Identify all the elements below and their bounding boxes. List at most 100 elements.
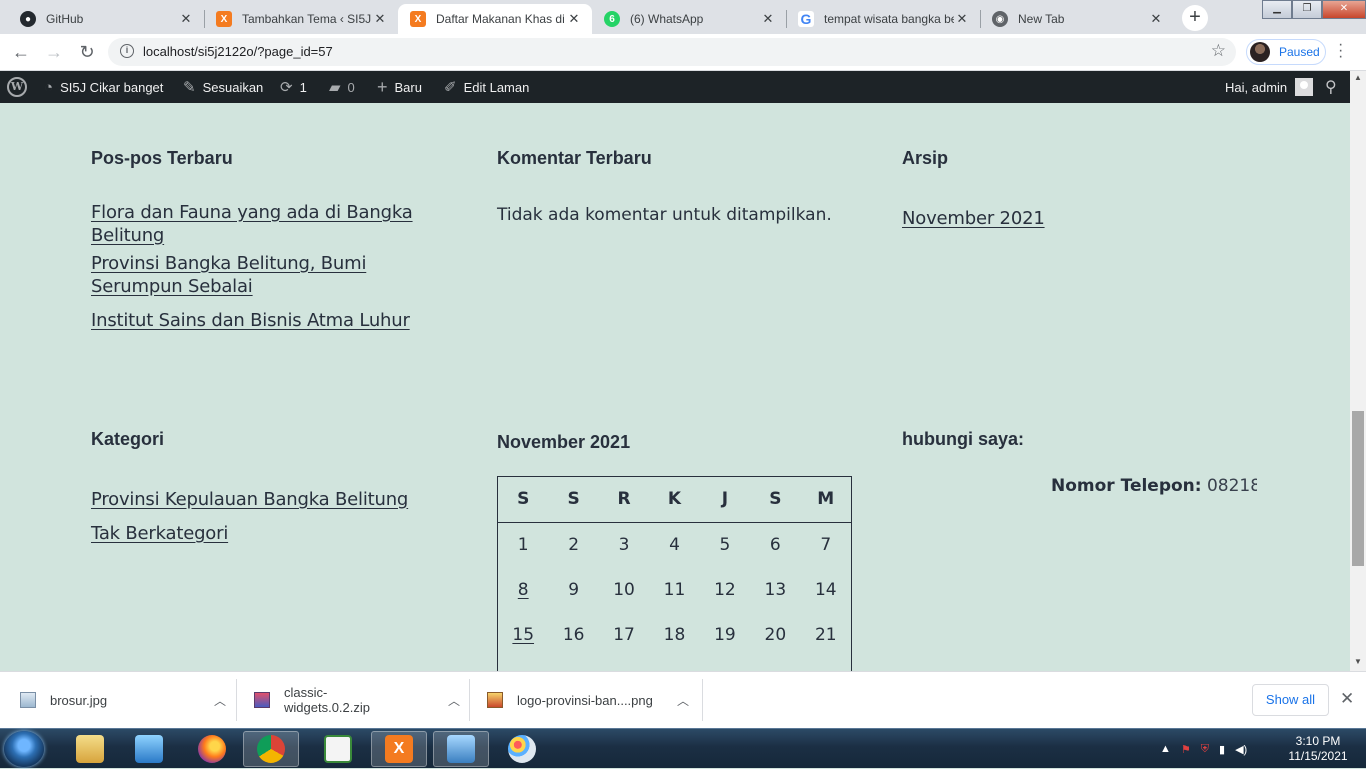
volume-icon[interactable]: ◀) [1235,743,1247,756]
show-all-downloads-button[interactable]: Show all [1252,684,1329,716]
menu-icon[interactable]: · · · [1338,37,1343,65]
reload-icon[interactable]: ↻ [75,40,99,64]
weekday-header: M [800,477,851,523]
chevron-up-icon[interactable]: ︿ [677,692,689,709]
weekday-header: S [750,477,801,523]
media-player-icon [135,735,163,763]
search-icon: ⚲ [1325,79,1337,96]
category-link[interactable]: Tak Berkategori [91,522,228,545]
recent-post-link[interactable]: Provinsi Bangka Belitung, Bumi Serumpun … [91,252,441,298]
updates-icon: ⟳ [280,79,293,96]
close-icon[interactable]: ✕ [1340,689,1354,709]
wordpress-logo-button[interactable]: W [7,71,27,103]
recent-post-link[interactable]: Institut Sains dan Bisnis Atma Luhur [91,309,441,332]
info-icon[interactable]: i [120,44,134,58]
clock[interactable]: 3:10 PM 11/15/2021 [1283,734,1353,764]
close-icon[interactable]: ✕ [1148,11,1164,27]
tab-google-search[interactable]: G tempat wisata bangka be ✕ [786,4,980,34]
tab-tambahkan-tema[interactable]: X Tambahkan Tema ‹ SI5J C ✕ [204,4,398,34]
windows-taskbar: X ▲ ⚑ ⛨ ▮ ◀) 3:10 PM 11/15/2021 [0,728,1366,768]
updates-link[interactable]: ⟳ 1 [280,71,307,103]
taskbar-app[interactable] [494,731,550,767]
network-icon[interactable]: ▮ [1219,743,1225,756]
window-close-button[interactable]: ✕ [1322,0,1366,19]
taskbar-app[interactable] [184,731,240,767]
calendar-day-link[interactable]: 15 [498,612,548,657]
download-item[interactable]: logo-provinsi-ban....png ︿ [487,679,689,721]
address-bar[interactable]: i localhost/si5j2122o/?page_id=57 ☆ [108,38,1236,66]
calendar-day: 3 [618,534,630,555]
site-name-link[interactable]: ◔ SI5J Cikar banget [44,71,163,103]
window-controls: ▁ ❐ ✕ [1262,0,1366,20]
taskbar-app[interactable] [433,731,489,767]
download-item[interactable]: brosur.jpg ︿ [20,679,226,721]
scroll-down-icon[interactable]: ▼ [1350,657,1366,666]
edit-page-link[interactable]: ✐ Edit Laman [444,71,529,103]
calendar-day: 19 [714,624,736,645]
brush-icon: ✎ [183,79,196,96]
pencil-icon: ✐ [444,79,457,96]
calendar-day-link[interactable]: 8 [498,567,548,612]
back-icon[interactable]: ← [9,40,33,64]
download-item[interactable]: classic-widgets.0.2.zip ︿ [254,679,460,721]
calendar-day: 1 [517,534,529,555]
chevron-up-icon[interactable]: ︿ [214,692,226,709]
page-content: Pos-pos Terbaru Flora dan Fauna yang ada… [0,103,1350,671]
explorer-icon [76,735,104,763]
widget-title-categories: Kategori [91,429,165,449]
close-icon[interactable]: ✕ [372,11,388,27]
scroll-up-icon[interactable]: ▲ [1350,73,1366,82]
archive-file-icon [254,692,270,708]
taskbar-app[interactable]: X [371,731,427,767]
calendar-day: 20 [764,624,787,645]
calendar-day: 6 [769,534,781,555]
calendar-day: 13 [764,579,787,600]
calendar-day: 7 [820,534,832,555]
comments-link[interactable]: ▰ 0 [329,71,355,103]
search-button[interactable]: ⚲ [1325,71,1344,103]
comment-icon: ▰ [329,79,341,96]
maximize-button[interactable]: ❐ [1292,0,1322,19]
page-scrollbar[interactable]: ▲ ▼ [1350,71,1366,671]
taskbar-app[interactable] [62,731,118,767]
minimize-button[interactable]: ▁ [1262,0,1292,19]
new-content-link[interactable]: + Baru [377,71,422,103]
close-icon[interactable]: ✕ [566,11,582,27]
category-link[interactable]: Provinsi Kepulauan Bangka Belitung [91,488,408,511]
tab-github[interactable]: ● GitHub ✕ [8,4,204,34]
chrome-icon: ◉ [992,11,1008,27]
weekday-header: J [699,477,751,523]
scrollbar-thumb[interactable] [1352,411,1364,566]
taskbar-app[interactable] [310,731,366,767]
taskbar-app[interactable] [121,731,177,767]
tab-whatsapp[interactable]: 6 (6) WhatsApp ✕ [592,4,786,34]
chevron-up-icon[interactable]: ︿ [448,692,460,709]
tab-daftar-makanan[interactable]: X Daftar Makanan Khas di ✕ [398,4,592,34]
recent-post-link[interactable]: Flora dan Fauna yang ada di Bangka Belit… [91,201,441,247]
profile-button[interactable]: Paused [1246,39,1326,65]
forward-icon[interactable]: → [42,40,66,64]
calendar-day: 12 [714,579,736,600]
url-text[interactable]: localhost/si5j2122o/?page_id=57 [143,44,333,59]
close-icon[interactable]: ✕ [954,11,970,27]
start-button[interactable] [4,731,44,767]
widget-title-contact: hubungi saya: [902,429,1025,449]
calendar-day: 16 [562,624,585,645]
tray-expand-icon[interactable]: ▲ [1160,743,1171,755]
close-icon[interactable]: ✕ [760,11,776,27]
archive-link[interactable]: November 2021 [902,207,1045,230]
bookmark-star-icon[interactable]: ☆ [1211,41,1226,61]
my-account-link[interactable]: Hai, admin [1225,71,1314,103]
close-icon[interactable]: ✕ [178,11,194,27]
calendar-day: 2 [568,534,580,555]
customize-link[interactable]: ✎ Sesuaikan [183,71,263,103]
paint-icon [508,735,536,763]
flag-icon[interactable]: ⚑ [1181,743,1191,756]
taskbar-app[interactable] [243,731,299,767]
system-tray: ▲ ⚑ ⛨ ▮ ◀) [1160,729,1257,769]
weekday-header: S [548,477,599,523]
image-file-icon [20,692,36,708]
new-tab-button[interactable]: + [1182,5,1208,31]
tab-new-tab[interactable]: ◉ New Tab ✕ [980,4,1174,34]
security-icon[interactable]: ⛨ [1201,743,1209,756]
